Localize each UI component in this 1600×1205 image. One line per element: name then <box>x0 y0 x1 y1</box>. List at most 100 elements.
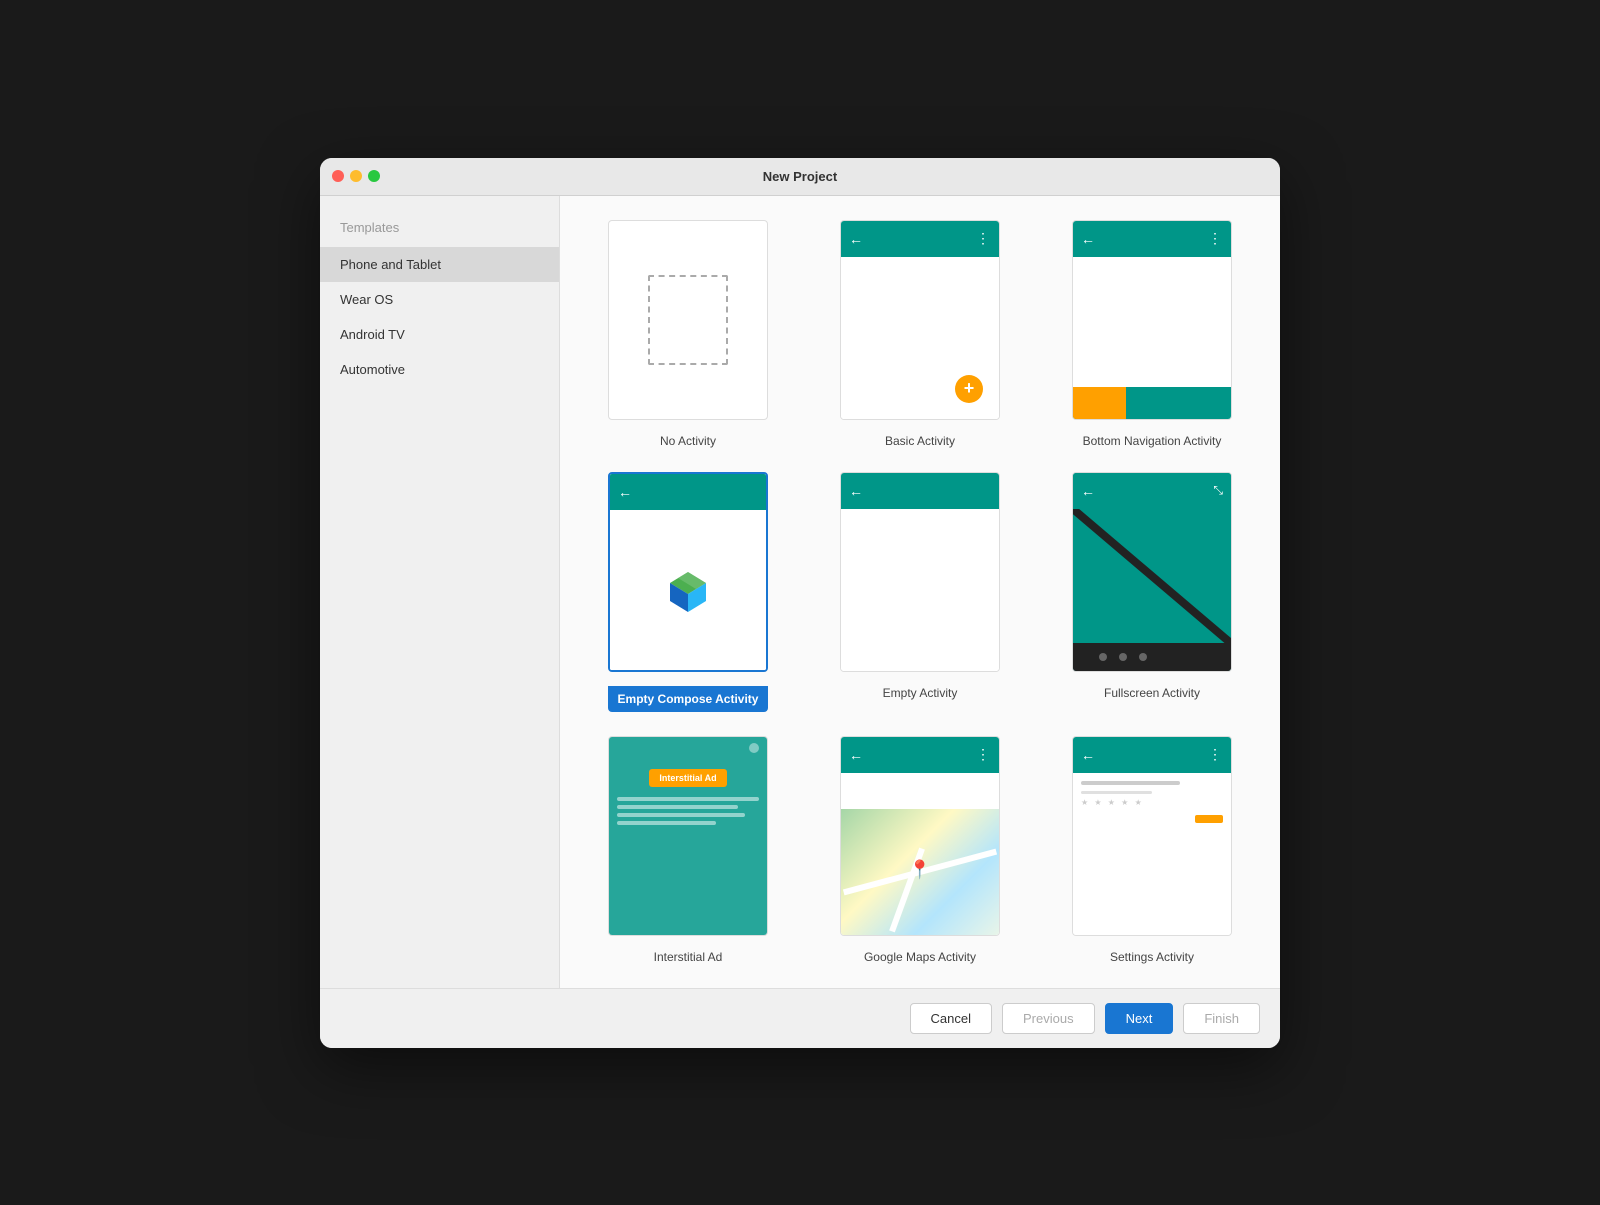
settings-phone-header: ← ⋮ <box>1073 737 1231 773</box>
basic-activity-preview: ← ⋮ + <box>840 220 1000 420</box>
settings-line-1 <box>1081 781 1180 785</box>
interstitial-ad-label: Interstitial Ad <box>654 950 723 964</box>
template-no-activity[interactable]: No Activity <box>584 220 792 448</box>
interstitial-ad-preview: Interstitial Ad <box>608 736 768 936</box>
dashed-rectangle <box>648 275 728 365</box>
back-arrow-icon: ← <box>618 484 632 500</box>
fullscreen-header: ← ⤡ <box>1073 473 1231 509</box>
dialog-footer: Cancel Previous Next Finish <box>320 988 1280 1048</box>
close-button[interactable] <box>332 170 344 182</box>
window-controls <box>332 170 380 182</box>
content-area: Templates Phone and Tablet Wear OS Andro… <box>320 196 1280 988</box>
compose-phone-body <box>610 510 766 670</box>
settings-stars: ★ ★ ★ ★ ★ <box>1081 798 1223 807</box>
google-maps-label: Google Maps Activity <box>864 950 976 964</box>
template-fullscreen-activity[interactable]: ← ⤡ <box>1048 472 1256 712</box>
compose-android-logo <box>660 562 716 618</box>
settings-line-2 <box>1081 791 1152 794</box>
empty-compose-label: Empty Compose Activity <box>608 686 768 712</box>
diagonal-area <box>1073 509 1231 643</box>
interstitial-close-btn <box>749 743 759 753</box>
empty-phone-mockup: ← <box>841 473 999 671</box>
map-background: 📍 <box>841 809 999 935</box>
empty-phone-body <box>841 509 999 671</box>
status-bar <box>1073 643 1231 671</box>
fullscreen-mockup: ← ⤡ <box>1073 473 1231 671</box>
template-google-maps[interactable]: ← ⋮ 📍 Google M <box>816 736 1024 964</box>
empty-activity-preview: ← <box>840 472 1000 672</box>
diagonal-svg <box>1073 509 1231 643</box>
bottom-nav-preview: ← ⋮ <box>1072 220 1232 420</box>
settings-activity-preview: ← ⋮ ★ ★ ★ ★ ★ <box>1072 736 1232 936</box>
maps-phone-mockup: ← ⋮ 📍 <box>841 737 999 935</box>
sidebar-label: Templates <box>320 212 559 247</box>
more-options-icon: ⋮ <box>1208 746 1223 763</box>
expand-icon: ⤡ <box>1213 483 1223 498</box>
template-empty-compose[interactable]: ← <box>584 472 792 712</box>
settings-activity-label: Settings Activity <box>1110 950 1194 964</box>
more-options-icon: ⋮ <box>976 230 991 247</box>
titlebar: New Project <box>320 158 1280 196</box>
back-arrow-icon: ← <box>849 483 863 499</box>
no-activity-label: No Activity <box>660 434 716 448</box>
previous-button[interactable]: Previous <box>1002 1003 1095 1034</box>
empty-activity-label: Empty Activity <box>883 686 958 700</box>
basic-phone-header: ← ⋮ <box>841 221 999 257</box>
minimize-button[interactable] <box>350 170 362 182</box>
back-arrow-icon: ← <box>1081 747 1095 763</box>
empty-compose-preview: ← <box>608 472 768 672</box>
template-interstitial-ad[interactable]: Interstitial Ad Interstitial Ad <box>584 736 792 964</box>
empty-phone-header: ← <box>841 473 999 509</box>
main-window: New Project Templates Phone and Tablet W… <box>320 158 1280 1048</box>
template-bottom-nav[interactable]: ← ⋮ Bottom Nav <box>1048 220 1256 448</box>
back-arrow-icon: ← <box>1081 231 1095 247</box>
interstitial-mockup: Interstitial Ad <box>609 737 767 935</box>
sidebar-item-phone-tablet[interactable]: Phone and Tablet <box>320 247 559 282</box>
back-arrow-icon: ← <box>849 747 863 763</box>
map-pin-icon: 📍 <box>909 859 931 880</box>
no-activity-inner <box>609 221 767 419</box>
back-arrow-icon: ← <box>1081 483 1095 499</box>
no-activity-preview <box>608 220 768 420</box>
sidebar-item-automotive[interactable]: Automotive <box>320 352 559 387</box>
next-button[interactable]: Next <box>1105 1003 1174 1034</box>
fullscreen-activity-label: Fullscreen Activity <box>1104 686 1200 700</box>
template-settings-activity[interactable]: ← ⋮ ★ ★ ★ ★ ★ <box>1048 736 1256 964</box>
status-bar-dots <box>1073 643 1231 671</box>
settings-body: ★ ★ ★ ★ ★ <box>1073 773 1231 935</box>
sidebar-item-android-tv[interactable]: Android TV <box>320 317 559 352</box>
interstitial-ad-banner: Interstitial Ad <box>649 769 726 787</box>
template-basic-activity[interactable]: ← ⋮ + Basic Activity <box>816 220 1024 448</box>
maps-phone-header: ← ⋮ <box>841 737 999 773</box>
more-options-icon: ⋮ <box>1208 230 1223 247</box>
maximize-button[interactable] <box>368 170 380 182</box>
google-maps-preview: ← ⋮ 📍 <box>840 736 1000 936</box>
bottom-navigation-bar <box>1073 387 1231 419</box>
bottom-nav-item-1 <box>1073 387 1126 419</box>
templates-grid: No Activity ← ⋮ + <box>584 220 1256 964</box>
maps-phone-body: 📍 <box>841 773 999 935</box>
bottom-nav-label: Bottom Navigation Activity <box>1083 434 1222 448</box>
basic-phone-mockup: ← ⋮ + <box>841 221 999 419</box>
templates-grid-container: No Activity ← ⋮ + <box>560 196 1280 988</box>
window-title: New Project <box>763 169 837 184</box>
finish-button[interactable]: Finish <box>1183 1003 1260 1034</box>
bottom-nav-mockup: ← ⋮ <box>1073 221 1231 419</box>
template-empty-activity[interactable]: ← Empty Activity <box>816 472 1024 712</box>
bottom-nav-item-3 <box>1178 387 1231 419</box>
cancel-button[interactable]: Cancel <box>910 1003 992 1034</box>
interstitial-text-lines <box>617 797 759 829</box>
settings-mockup: ← ⋮ ★ ★ ★ ★ ★ <box>1073 737 1231 935</box>
compose-phone-header: ← <box>610 474 766 510</box>
settings-action-button <box>1195 815 1223 823</box>
fullscreen-activity-preview: ← ⤡ <box>1072 472 1232 672</box>
bottom-nav-body <box>1073 257 1231 419</box>
sidebar: Templates Phone and Tablet Wear OS Andro… <box>320 196 560 988</box>
sidebar-item-wear-os[interactable]: Wear OS <box>320 282 559 317</box>
more-options-icon: ⋮ <box>976 746 991 763</box>
basic-activity-label: Basic Activity <box>885 434 955 448</box>
fab-button: + <box>955 375 983 403</box>
compose-phone-mockup: ← <box>610 474 766 670</box>
bottom-nav-header: ← ⋮ <box>1073 221 1231 257</box>
back-arrow-icon: ← <box>849 231 863 247</box>
